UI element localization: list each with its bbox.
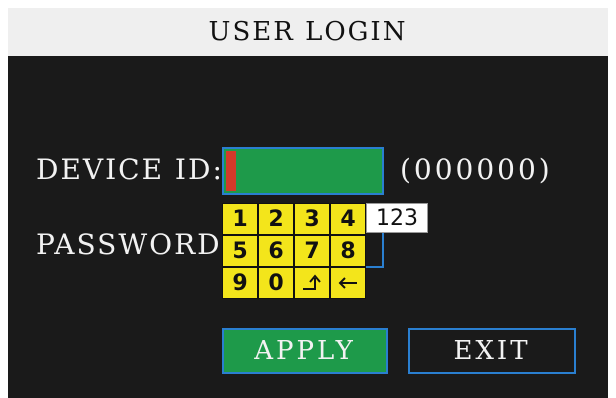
apply-button[interactable]: APPLY: [222, 328, 388, 374]
key-9[interactable]: 9: [222, 267, 258, 299]
device-id-hint: (000000): [400, 153, 553, 186]
numeric-keypad: 1 2 3 4 5 6 7 8 9 0: [222, 203, 366, 299]
enter-icon: [303, 274, 321, 290]
key-3[interactable]: 3: [294, 203, 330, 235]
password-label: PASSWORD:: [36, 228, 234, 261]
device-id-input[interactable]: [222, 147, 384, 195]
key-2[interactable]: 2: [258, 203, 294, 235]
key-1[interactable]: 1: [222, 203, 258, 235]
text-cursor: [226, 151, 236, 191]
key-5[interactable]: 5: [222, 235, 258, 267]
enter-key[interactable]: [294, 267, 330, 299]
input-mode-toggle[interactable]: 123: [366, 203, 428, 233]
backspace-arrow-icon: [338, 277, 357, 289]
key-4[interactable]: 4: [330, 203, 366, 235]
window-title: USER LOGIN: [8, 8, 608, 56]
device-id-label: DEVICE ID:: [36, 153, 224, 186]
key-0[interactable]: 0: [258, 267, 294, 299]
exit-button[interactable]: EXIT: [408, 328, 576, 374]
key-8[interactable]: 8: [330, 235, 366, 267]
backspace-key[interactable]: [330, 267, 366, 299]
key-7[interactable]: 7: [294, 235, 330, 267]
key-6[interactable]: 6: [258, 235, 294, 267]
